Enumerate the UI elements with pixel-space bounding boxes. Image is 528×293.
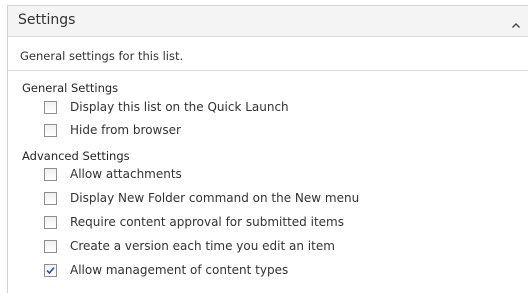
panel-description: General settings for this list. xyxy=(20,49,184,63)
option-label: Hide from browser xyxy=(70,123,181,137)
option-new-folder-command[interactable]: Display New Folder command on the New me… xyxy=(44,189,359,207)
checkbox[interactable] xyxy=(44,191,57,205)
checkbox[interactable] xyxy=(44,215,57,229)
option-label: Display this list on the Quick Launch xyxy=(70,100,289,114)
checkbox[interactable] xyxy=(44,239,57,253)
option-require-content-approval[interactable]: Require content approval for submitted i… xyxy=(44,213,344,231)
checkbox[interactable] xyxy=(44,123,57,137)
settings-panel: Settings General settings for this list.… xyxy=(7,5,528,293)
checkbox[interactable] xyxy=(44,167,57,181)
option-label: Create a version each time you edit an i… xyxy=(70,239,335,253)
checkmark-icon xyxy=(46,266,55,274)
option-create-version[interactable]: Create a version each time you edit an i… xyxy=(44,237,335,255)
divider xyxy=(8,70,528,71)
option-label: Allow attachments xyxy=(70,167,182,181)
panel-title: Settings xyxy=(18,12,76,28)
group-heading-advanced: Advanced Settings xyxy=(22,149,130,163)
option-label: Require content approval for submitted i… xyxy=(70,215,344,229)
group-heading-general: General Settings xyxy=(22,81,119,95)
panel-header[interactable]: Settings xyxy=(8,5,528,37)
option-label: Display New Folder command on the New me… xyxy=(70,191,360,205)
option-label: Allow management of content types xyxy=(70,263,289,277)
option-display-quick-launch[interactable]: Display this list on the Quick Launch xyxy=(44,98,289,116)
checkbox[interactable] xyxy=(44,100,57,114)
checkbox[interactable] xyxy=(44,263,57,277)
option-allow-attachments[interactable]: Allow attachments xyxy=(44,165,182,183)
chevron-up-icon[interactable] xyxy=(511,16,521,28)
option-manage-content-types[interactable]: Allow management of content types xyxy=(44,261,288,279)
option-hide-from-browser[interactable]: Hide from browser xyxy=(44,121,181,139)
